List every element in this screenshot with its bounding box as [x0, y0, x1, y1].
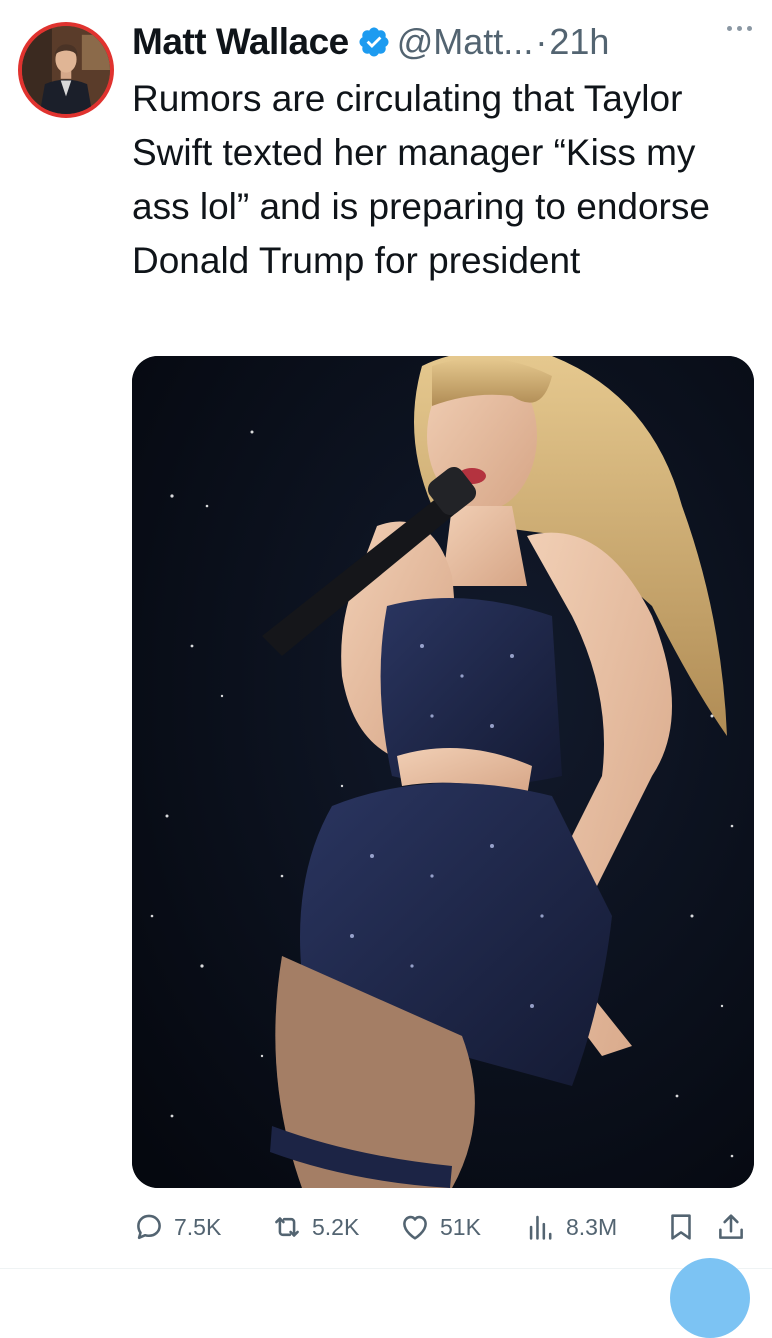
bookmark-button[interactable] — [664, 1210, 714, 1244]
header-separator: · — [535, 21, 548, 62]
bookmark-icon — [671, 1214, 691, 1240]
verified-badge-icon — [359, 27, 389, 57]
heart-icon — [403, 1215, 427, 1240]
timestamp[interactable]: 21h — [549, 21, 609, 63]
tweet-actions: 7.5K 5.2K 51K 8.3M — [132, 1204, 754, 1250]
concert-photo — [132, 356, 754, 1188]
views-button[interactable]: 8.3M — [524, 1210, 664, 1244]
reply-count: 7.5K — [174, 1213, 222, 1240]
author-handle[interactable]: @Matt... — [397, 21, 534, 63]
like-button[interactable]: 51K — [398, 1210, 516, 1244]
more-options-icon[interactable] — [727, 26, 752, 31]
tweet-header: Matt Wallace @Matt... · 21h — [132, 16, 609, 68]
tweet-text: Rumors are circulating that Taylor Swift… — [132, 78, 710, 281]
repost-icon — [275, 1217, 299, 1237]
avatar[interactable] — [18, 22, 114, 118]
share-button[interactable] — [714, 1210, 754, 1244]
avatar-photo — [22, 26, 110, 114]
views-count: 8.3M — [566, 1213, 618, 1240]
repost-count: 5.2K — [312, 1213, 360, 1240]
compose-button[interactable] — [670, 1258, 750, 1338]
views-chart-icon — [529, 1215, 552, 1240]
tweet[interactable]: Matt Wallace @Matt... · 21h Rumors are c… — [0, 0, 772, 1338]
reply-icon — [137, 1214, 161, 1240]
share-icon — [719, 1214, 743, 1239]
divider — [0, 1268, 772, 1269]
repost-button[interactable]: 5.2K — [270, 1210, 398, 1244]
author-name[interactable]: Matt Wallace — [132, 21, 349, 63]
reply-button[interactable]: 7.5K — [132, 1210, 270, 1244]
like-count: 51K — [440, 1213, 481, 1240]
tweet-media-image[interactable] — [132, 356, 754, 1188]
